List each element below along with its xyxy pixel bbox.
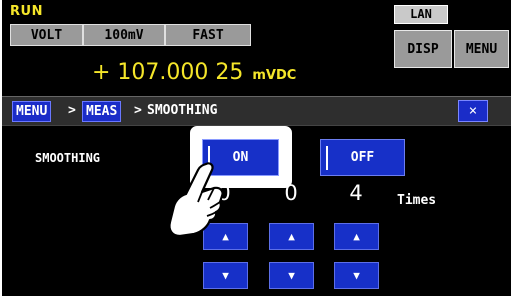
smoothing-digit-ones: 4 xyxy=(349,181,363,205)
pointing-hand-icon xyxy=(168,162,224,238)
breadcrumb-menu[interactable]: MENU xyxy=(12,101,52,122)
speed-tab[interactable]: FAST xyxy=(165,24,251,46)
smoothing-label: SMOOTHING xyxy=(35,151,101,165)
breadcrumb-separator: > xyxy=(134,103,142,118)
digit1-down-button[interactable]: ▼ xyxy=(203,262,248,289)
range-tab[interactable]: 100mV xyxy=(83,24,165,46)
digit2-down-button[interactable]: ▼ xyxy=(269,262,314,289)
breadcrumb: MENU > MEAS > SMOOTHING × xyxy=(2,96,511,126)
disp-button[interactable]: DISP xyxy=(394,30,452,68)
smoothing-unit-label: Times xyxy=(397,193,437,208)
close-icon[interactable]: × xyxy=(458,100,488,122)
down-arrow-icon: ▼ xyxy=(353,269,360,282)
digit2-up-button[interactable]: ▲ xyxy=(269,223,314,250)
up-arrow-icon: ▲ xyxy=(288,230,295,243)
breadcrumb-meas[interactable]: MEAS xyxy=(82,101,122,122)
reading-unit: mVDC xyxy=(252,68,297,83)
function-tab[interactable]: VOLT xyxy=(10,24,83,46)
down-arrow-icon: ▼ xyxy=(288,269,295,282)
menu-button[interactable]: MENU xyxy=(454,30,509,68)
digit3-down-button[interactable]: ▼ xyxy=(334,262,379,289)
measurement-settings-bar: VOLT 100mV FAST xyxy=(10,24,251,46)
smoothing-digit-tens: 0 xyxy=(284,181,298,205)
measurement-reading: + 107.000 25 mVDC xyxy=(92,60,296,85)
run-status: RUN xyxy=(10,4,43,19)
digit3-up-button[interactable]: ▲ xyxy=(334,223,379,250)
down-arrow-icon: ▼ xyxy=(222,269,229,282)
breadcrumb-separator: > xyxy=(68,103,76,118)
lan-indicator: LAN xyxy=(394,5,448,24)
up-arrow-icon: ▲ xyxy=(353,230,360,243)
smoothing-off-button[interactable]: OFF xyxy=(320,139,405,176)
instrument-screen: RUN LAN VOLT 100mV FAST DISP MENU + 107.… xyxy=(2,0,511,296)
reading-value: + 107.000 25 xyxy=(92,60,244,85)
breadcrumb-current-page: SMOOTHING xyxy=(147,103,218,118)
